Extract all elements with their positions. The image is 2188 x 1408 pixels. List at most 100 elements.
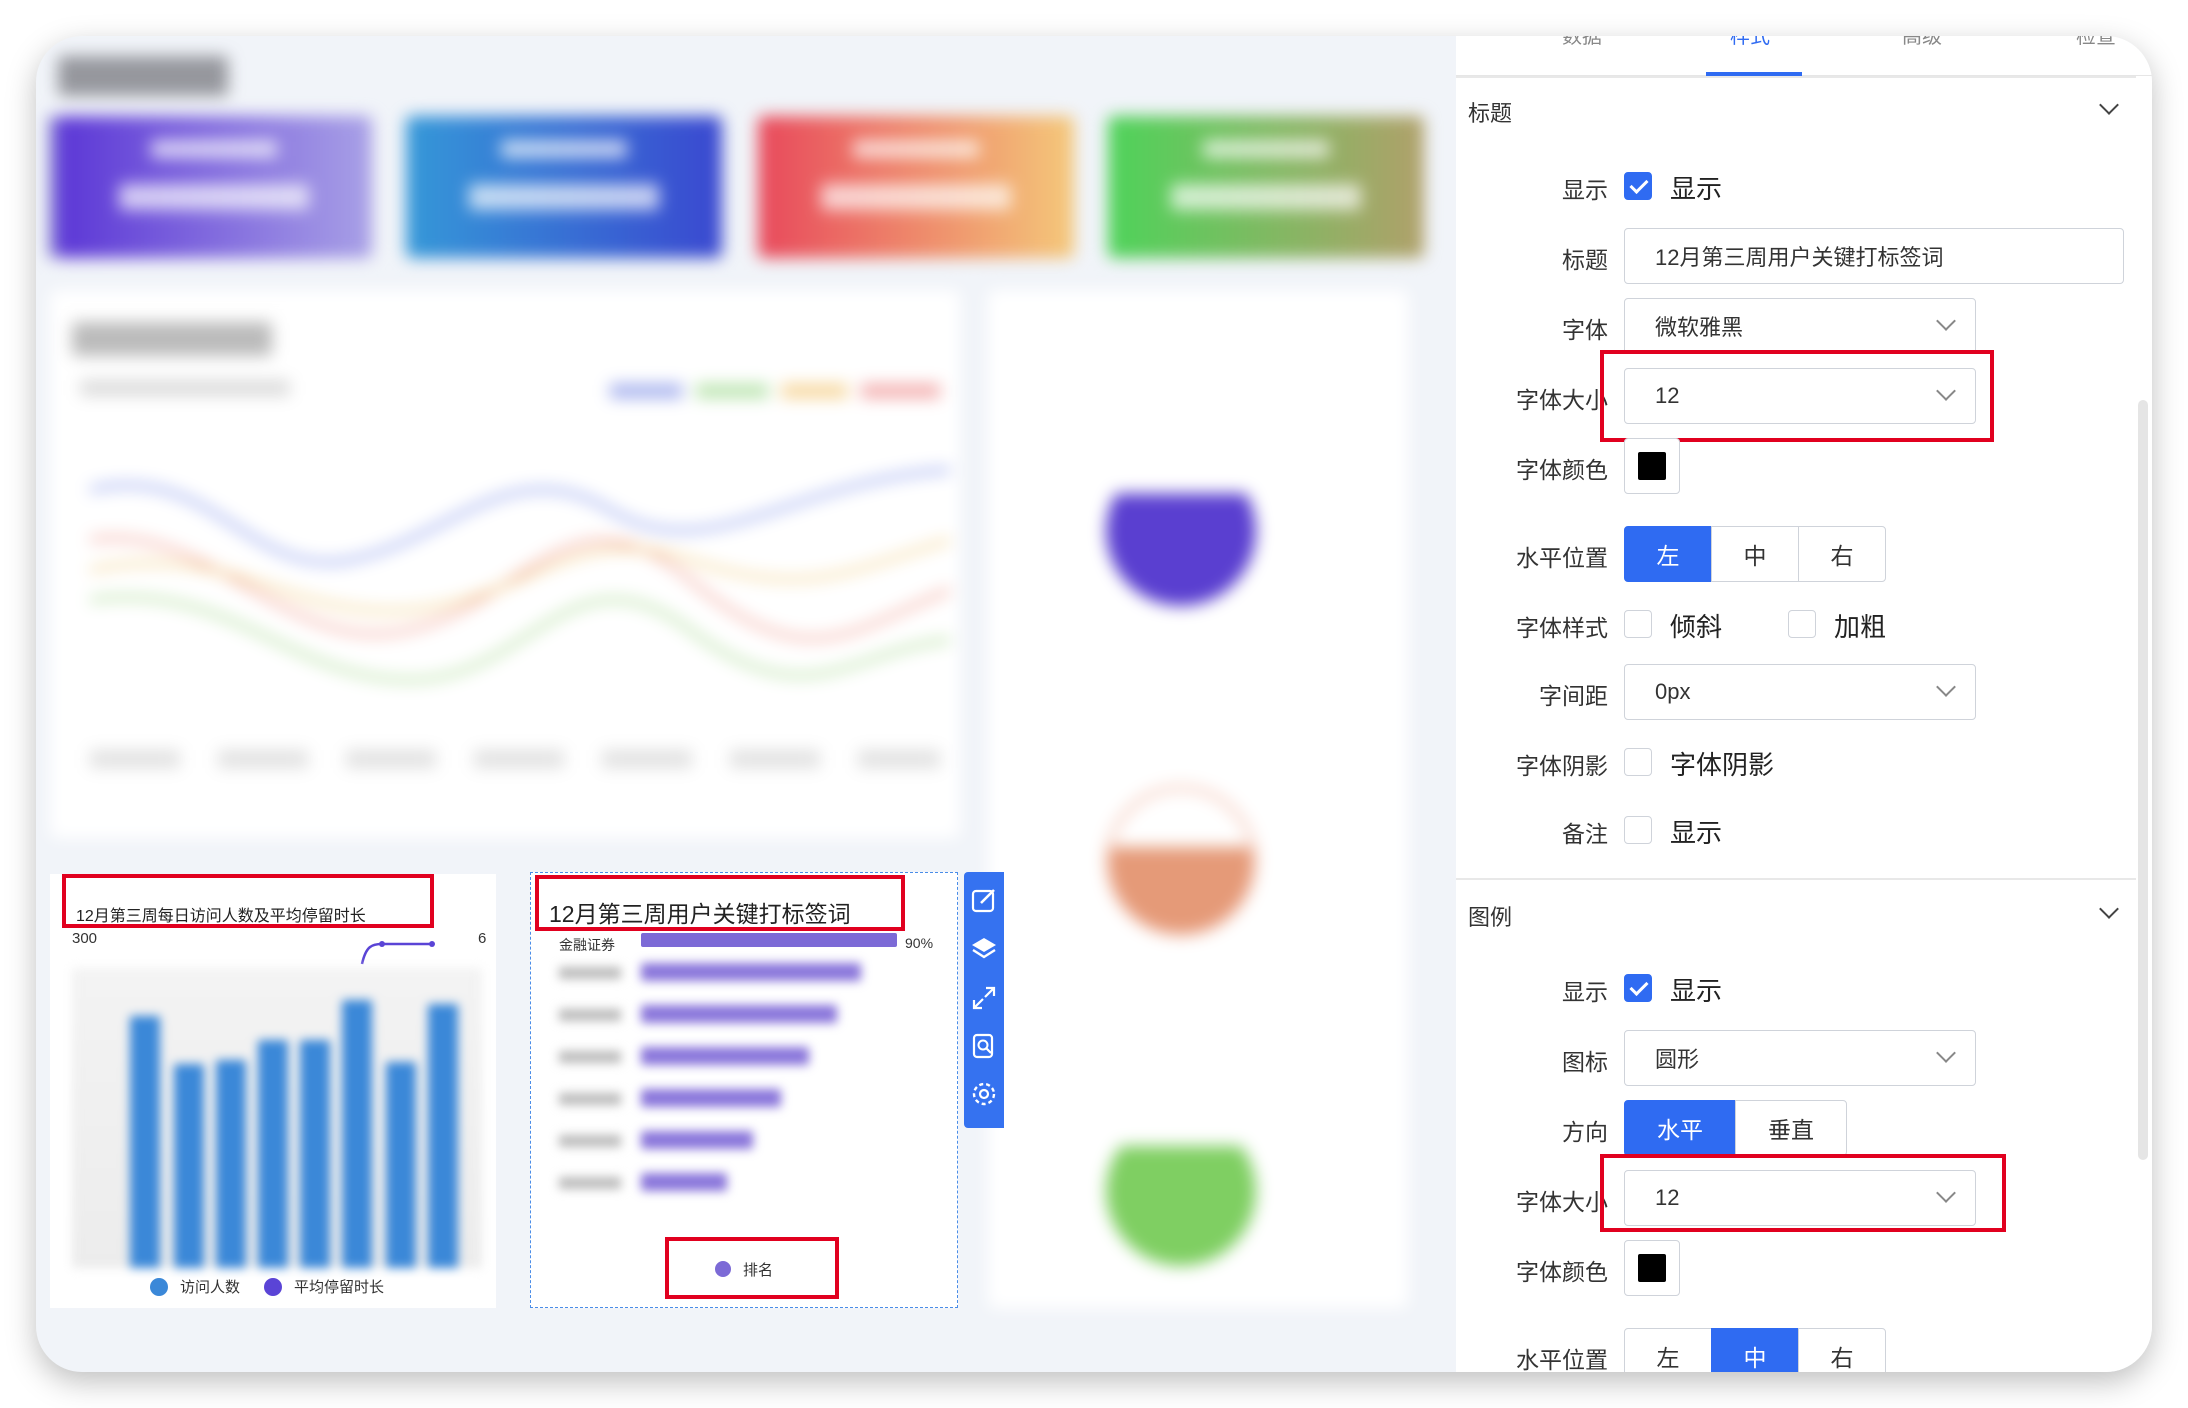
row-legend-icon: 图标 圆形 xyxy=(1456,1030,2136,1086)
note-checkbox[interactable] xyxy=(1624,816,1652,844)
legend-icon-value: 圆形 xyxy=(1655,1047,1700,1072)
row-letter-spacing: 字间距 0px xyxy=(1456,664,2136,720)
row-legend-show: 显示 显示 xyxy=(1456,960,2136,1016)
title-text-input[interactable]: 12月第三周用户关键打标签词 xyxy=(1624,228,2124,284)
label-font-size: 字体大小 xyxy=(1516,387,1608,413)
row-h-position: 水平位置 左 中 右 xyxy=(1456,526,2136,582)
kpi-card-users[interactable] xyxy=(406,116,722,258)
tab-data[interactable]: 数据 xyxy=(1562,36,1602,60)
label-letter-spacing: 字间距 xyxy=(1539,683,1608,709)
duration-line xyxy=(360,941,435,965)
label-legend-h-position: 水平位置 xyxy=(1516,1347,1608,1372)
label-legend-font-color: 字体颜色 xyxy=(1516,1259,1608,1285)
title-section-heading: 标题 xyxy=(1468,101,1513,126)
bold-checkbox[interactable] xyxy=(1788,610,1816,638)
italic-text: 倾斜 xyxy=(1670,612,1723,642)
label-legend-font-size: 字体大小 xyxy=(1516,1189,1608,1215)
row-legend-h-position: 水平位置 左 中 右 xyxy=(1456,1328,2136,1372)
y-axis-left-max: 300 xyxy=(72,930,98,947)
font-select[interactable]: 微软雅黑 xyxy=(1624,298,1976,354)
direction-horizontal-button[interactable]: 水平 xyxy=(1624,1100,1736,1156)
highlight-box xyxy=(1600,1154,2006,1232)
bar-plot-area xyxy=(72,968,482,1268)
label-show: 显示 xyxy=(1562,177,1608,203)
row-font-size: 字体大小 12 xyxy=(1456,350,2136,442)
legend-dot-rank xyxy=(715,1261,731,1277)
kpi-card-retention[interactable] xyxy=(758,116,1074,258)
tag-first-value: 90% xyxy=(905,935,934,951)
title-show-checkbox[interactable] xyxy=(1624,172,1652,200)
row-title-show: 显示 显示 xyxy=(1456,158,2136,214)
font-select-value: 微软雅黑 xyxy=(1655,315,1744,340)
legend-h-pos-left-button[interactable]: 左 xyxy=(1624,1328,1712,1372)
row-text-shadow: 字体阴影 字体阴影 xyxy=(1456,734,2136,790)
dashboard-title xyxy=(58,56,228,96)
label-legend-direction: 方向 xyxy=(1562,1119,1608,1145)
label-legend-icon: 图标 xyxy=(1562,1049,1608,1075)
row-legend-font-size: 字体大小 12 xyxy=(1456,1154,2136,1232)
legend-icon-select[interactable]: 圆形 xyxy=(1624,1030,1976,1086)
row-font-style: 字体样式 倾斜 加粗 xyxy=(1456,596,2136,652)
label-legend-show: 显示 xyxy=(1562,979,1608,1005)
kpi-card-orders[interactable] xyxy=(1108,116,1424,258)
font-color-picker[interactable] xyxy=(1624,438,1680,494)
color-swatch xyxy=(1638,452,1666,480)
label-h-position: 水平位置 xyxy=(1516,545,1608,571)
label-note: 备注 xyxy=(1562,821,1608,847)
highlight-box xyxy=(1600,350,1994,442)
tab-advanced[interactable]: 高级 xyxy=(1902,36,1942,60)
letter-spacing-value: 0px xyxy=(1655,679,1691,704)
tab-check[interactable]: 检查 xyxy=(2076,36,2116,60)
text-shadow-checkbox[interactable] xyxy=(1624,748,1652,776)
highlight-box xyxy=(535,875,905,931)
expand-icon[interactable] xyxy=(970,984,998,1012)
panel-scrollbar[interactable] xyxy=(2138,400,2148,1160)
row-legend-direction: 方向 水平 垂直 xyxy=(1456,1100,2136,1156)
letter-spacing-select[interactable]: 0px xyxy=(1624,664,1976,720)
tags-chart-card[interactable]: 12月第三周用户关键打标签词 金融证券 90% 排名 xyxy=(530,872,958,1308)
legend-h-pos-center-button[interactable]: 中 xyxy=(1711,1328,1799,1372)
chevron-down-icon[interactable] xyxy=(2099,95,2119,115)
chevron-down-icon xyxy=(1936,311,1956,331)
visits-chart-card[interactable]: 12月第三周每日访问人数及平均停留时长 300 6 访问人数 平均停留时长 xyxy=(50,874,496,1308)
h-pos-left-button[interactable]: 左 xyxy=(1624,526,1712,582)
chevron-down-icon[interactable] xyxy=(2099,899,2119,919)
property-panel: 数据 样式 高级 检查 标题 显示 显示 标题 12月第三周用户关键打标签词 字… xyxy=(1456,36,2152,1372)
selected-marker xyxy=(50,116,54,258)
legend-h-pos-right-button[interactable]: 右 xyxy=(1798,1328,1886,1372)
chevron-down-icon xyxy=(1936,677,1956,697)
label-font-style: 字体样式 xyxy=(1516,615,1608,641)
h-pos-right-button[interactable]: 右 xyxy=(1798,526,1886,582)
legend-section-heading: 图例 xyxy=(1468,905,1513,930)
color-swatch xyxy=(1638,1254,1666,1282)
edit-icon[interactable] xyxy=(970,886,998,914)
legend-show-text: 显示 xyxy=(1670,976,1723,1006)
label-font: 字体 xyxy=(1562,317,1608,343)
tag-first-bar xyxy=(641,933,897,947)
legend-label-rank: 排名 xyxy=(743,1262,774,1279)
line-chart-card[interactable] xyxy=(50,290,960,838)
legend-label-visitors: 访问人数 xyxy=(180,1279,241,1296)
settings-icon[interactable] xyxy=(970,1080,998,1108)
label-font-color: 字体颜色 xyxy=(1516,457,1608,483)
tag-first-label: 金融证券 xyxy=(559,937,615,953)
legend-font-color-picker[interactable] xyxy=(1624,1240,1680,1296)
row-legend-font-color: 字体颜色 xyxy=(1456,1240,2136,1296)
layers-icon[interactable] xyxy=(970,934,998,962)
h-pos-center-button[interactable]: 中 xyxy=(1711,526,1799,582)
label-text-shadow: 字体阴影 xyxy=(1516,753,1608,779)
kpi-card-visitors[interactable] xyxy=(56,116,372,258)
row-font: 字体 微软雅黑 xyxy=(1456,298,2136,354)
gauge-column-card[interactable] xyxy=(988,290,1408,1308)
legend-label-duration: 平均停留时长 xyxy=(294,1279,385,1296)
direction-vertical-button[interactable]: 垂直 xyxy=(1735,1100,1847,1156)
legend-section-header[interactable]: 图例 xyxy=(1456,880,2136,950)
text-shadow-text: 字体阴影 xyxy=(1670,750,1775,780)
component-toolbar xyxy=(964,872,1004,1128)
italic-checkbox[interactable] xyxy=(1624,610,1652,638)
visits-legend: 访问人数 平均停留时长 xyxy=(150,1274,450,1298)
legend-show-checkbox[interactable] xyxy=(1624,974,1652,1002)
tab-style[interactable]: 样式 xyxy=(1730,36,1770,60)
title-section-header[interactable]: 标题 xyxy=(1456,76,2136,146)
search-doc-icon[interactable] xyxy=(970,1032,998,1060)
